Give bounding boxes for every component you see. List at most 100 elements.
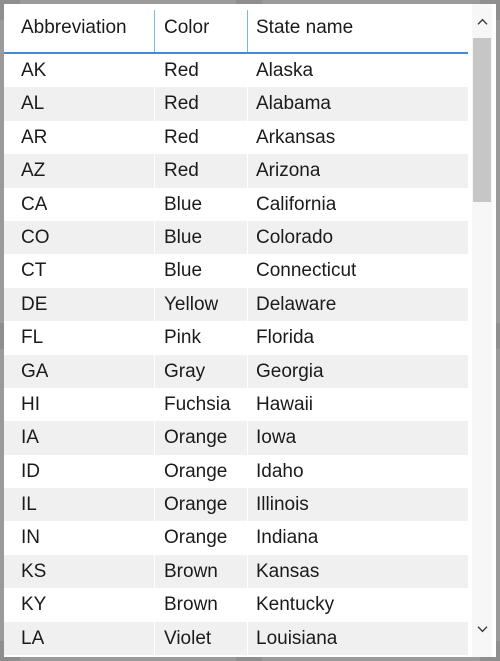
cell-abbreviation: CO	[21, 226, 50, 248]
cell-state-name: Louisiana	[256, 627, 338, 649]
cell-state-name: Indiana	[256, 527, 319, 549]
cell-abbreviation: KS	[21, 560, 47, 582]
table-row[interactable]: AZ Red Arizona	[4, 154, 468, 188]
column-header-state-name[interactable]: State name	[256, 4, 353, 52]
cell-divider-2	[247, 554, 248, 589]
cell-color: Red	[164, 126, 199, 148]
cell-divider-2	[247, 220, 248, 255]
table-row[interactable]: DE Yellow Delaware	[4, 287, 468, 322]
cell-abbreviation: AR	[21, 126, 48, 148]
table-row[interactable]: FL Pink Florida	[4, 321, 468, 355]
table-row[interactable]: IL Orange Illinois	[4, 488, 468, 522]
cell-divider-1	[154, 54, 155, 88]
table-window: Abbreviation Color State name AK Red Alask…	[0, 0, 500, 661]
cell-divider-1	[154, 187, 155, 221]
cell-color: Brown	[164, 560, 218, 582]
cell-color: Violet	[164, 627, 212, 649]
cell-divider-1	[154, 421, 155, 455]
table-row[interactable]: HI Fuchsia Hawaii	[4, 387, 468, 422]
table-body: AK Red Alaska AL Red Alabama AR Red Arkansas AZ Re…	[4, 54, 468, 656]
column-header-abbreviation[interactable]: Abbreviation	[21, 4, 127, 52]
table-row[interactable]: CA Blue California	[4, 187, 468, 221]
cell-divider-1	[154, 287, 155, 322]
cell-divider-2	[247, 588, 248, 622]
chevron-up-icon	[476, 18, 488, 26]
cell-color: Gray	[164, 360, 206, 382]
cell-abbreviation: KY	[21, 594, 47, 616]
table-row[interactable]: LA Violet Louisiana	[4, 621, 468, 656]
cell-divider-2	[247, 488, 248, 522]
cell-color: Blue	[164, 260, 203, 282]
cell-color: Red	[164, 93, 199, 115]
table-row[interactable]: IN Orange Indiana	[4, 521, 468, 555]
cell-divider-1	[154, 120, 155, 155]
cell-color: Fuchsia	[164, 393, 231, 415]
cell-color: Orange	[164, 427, 228, 449]
cell-color: Yellow	[164, 293, 219, 315]
cell-color: Orange	[164, 494, 228, 516]
cell-divider-2	[247, 287, 248, 322]
cell-state-name: Illinois	[256, 494, 309, 516]
cell-color: Orange	[164, 527, 228, 549]
cell-color: Blue	[164, 226, 203, 248]
cell-color: Red	[164, 60, 199, 81]
table-row[interactable]: KY Brown Kentucky	[4, 588, 468, 622]
cell-state-name: Hawaii	[256, 393, 314, 415]
table-row[interactable]: CT Blue Connecticut	[4, 254, 468, 288]
vertical-scrollbar[interactable]	[472, 4, 492, 657]
cell-abbreviation: DE	[21, 293, 48, 315]
window-content: Abbreviation Color State name AK Red Alask…	[4, 4, 496, 657]
scrollbar-thumb[interactable]	[473, 38, 491, 202]
cell-divider-2	[247, 87, 248, 121]
data-grid: Abbreviation Color State name AK Red Alask…	[4, 4, 468, 657]
cell-state-name: Idaho	[256, 460, 304, 482]
cell-abbreviation: IN	[21, 527, 40, 549]
chevron-down-icon	[476, 625, 488, 633]
cell-divider-2	[247, 120, 248, 155]
cell-state-name: Georgia	[256, 360, 324, 382]
cell-abbreviation: IA	[21, 427, 39, 449]
table-row[interactable]: AR Red Arkansas	[4, 120, 468, 155]
cell-divider-1	[154, 354, 155, 388]
cell-divider-1	[154, 154, 155, 188]
table-row[interactable]: AL Red Alabama	[4, 87, 468, 121]
header-divider-2	[247, 10, 248, 52]
cell-state-name: Connecticut	[256, 260, 357, 282]
cell-divider-2	[247, 421, 248, 455]
table-row[interactable]: ID Orange Idaho	[4, 454, 468, 489]
table-row[interactable]: KS Brown Kansas	[4, 554, 468, 589]
cell-divider-1	[154, 220, 155, 255]
table-row[interactable]: IA Orange Iowa	[4, 421, 468, 455]
cell-abbreviation: LA	[21, 627, 45, 649]
cell-abbreviation: CA	[21, 193, 48, 215]
scroll-down-button[interactable]	[472, 619, 492, 639]
cell-divider-2	[247, 54, 248, 88]
cell-divider-1	[154, 488, 155, 522]
cell-divider-1	[154, 387, 155, 422]
cell-divider-2	[247, 187, 248, 221]
cell-divider-1	[154, 87, 155, 121]
table-row[interactable]: CO Blue Colorado	[4, 220, 468, 255]
scroll-up-button[interactable]	[472, 12, 492, 32]
cell-abbreviation: AL	[21, 93, 45, 115]
cell-state-name: Iowa	[256, 427, 297, 449]
cell-state-name: Arkansas	[256, 126, 336, 148]
cell-color: Brown	[164, 594, 218, 616]
cell-color: Pink	[164, 327, 201, 349]
cell-divider-2	[247, 321, 248, 355]
header-divider-1	[154, 10, 155, 52]
cell-divider-1	[154, 321, 155, 355]
cell-state-name: California	[256, 193, 337, 215]
cell-divider-2	[247, 521, 248, 555]
cell-divider-2	[247, 154, 248, 188]
cell-abbreviation: AZ	[21, 160, 46, 182]
cell-divider-2	[247, 254, 248, 288]
cell-divider-1	[154, 254, 155, 288]
table-row[interactable]: AK Red Alaska	[4, 54, 468, 88]
cell-divider-2	[247, 387, 248, 422]
cell-divider-2	[247, 354, 248, 388]
table-row[interactable]: GA Gray Georgia	[4, 354, 468, 388]
cell-state-name: Kentucky	[256, 594, 335, 616]
column-header-color[interactable]: Color	[164, 4, 209, 52]
cell-state-name: Florida	[256, 327, 315, 349]
